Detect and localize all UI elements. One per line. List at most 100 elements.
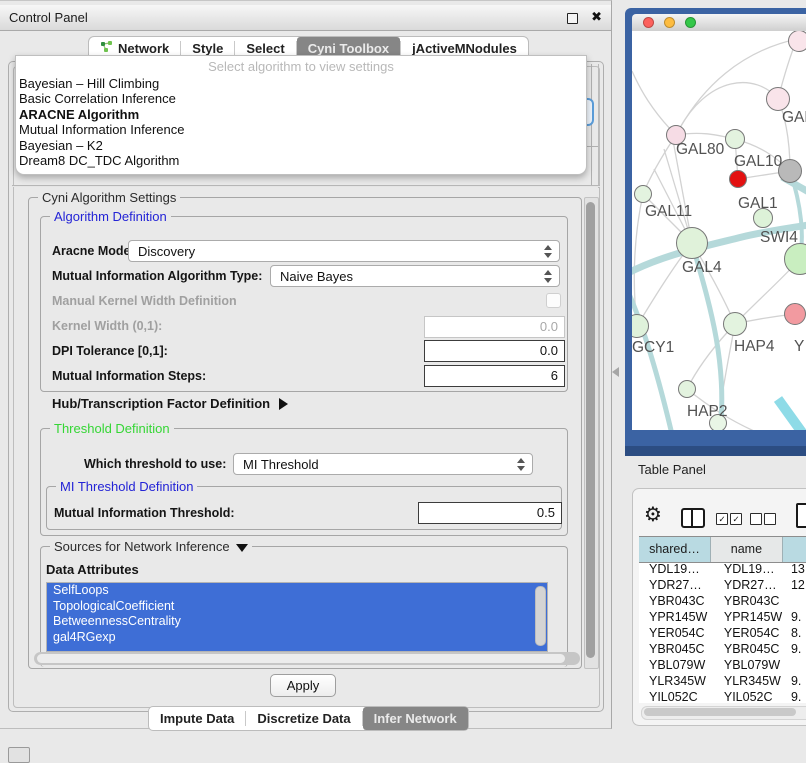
algorithm-option-dream8-dc-tdc-algorithm[interactable]: Dream8 DC_TDC Algorithm (16, 153, 586, 168)
control-panel-titlebar: Control Panel ✖ (0, 5, 611, 31)
algorithm-option-bayesian-k2[interactable]: Bayesian – K2 (16, 138, 586, 153)
close-icon[interactable]: ✖ (591, 9, 602, 25)
table-row[interactable]: YDL19…YDL19…13 (639, 561, 806, 577)
settings-group-title: Cyni Algorithm Settings (38, 190, 180, 205)
mi-type-select[interactable]: Naive Bayes (270, 265, 560, 287)
network-canvas[interactable]: GALGAL80GAL10GAL1GAL11SWI4GAL4GCY1HAP4YH… (632, 31, 806, 430)
table-cell: 9. (783, 689, 806, 703)
table-settings-gear-icon[interactable]: ⚙ (644, 504, 662, 526)
table-row[interactable]: YBR043CYBR043C (639, 593, 806, 609)
mi-threshold-field[interactable]: 0.5 (418, 502, 562, 524)
minimize-traffic-icon[interactable] (664, 17, 675, 28)
network-window-shadow (625, 446, 806, 456)
mi-steps-label: Mutual Information Steps: (52, 369, 206, 383)
table-row[interactable]: YBL079WYBL079W (639, 657, 806, 673)
network-node[interactable] (788, 31, 806, 52)
network-node-label-gal4: GAL4 (682, 259, 722, 277)
network-node[interactable] (634, 185, 652, 203)
desktop: { "colors": { "selection_blue": "#3e6ed6… (0, 0, 806, 762)
algorithm-definition-title: Algorithm Definition (50, 209, 171, 224)
sources-group-title[interactable]: Sources for Network Inference (50, 539, 252, 554)
unchecked-checkbox-icon[interactable] (750, 513, 762, 525)
algorithm-option-mutual-information-inference[interactable]: Mutual Information Inference (16, 122, 586, 137)
table-cell: YIL052C (639, 689, 711, 703)
column-header-shared[interactable]: shared… (639, 537, 711, 562)
algorithm-option-bayesian-hill-climbing[interactable]: Bayesian – Hill Climbing (16, 76, 586, 91)
mi-threshold-group-title: MI Threshold Definition (56, 479, 197, 494)
tab-impute-data[interactable]: Impute Data (149, 707, 245, 730)
table-row[interactable]: YDR27…YDR27…12 (639, 577, 806, 593)
aracne-mode-select[interactable]: Discovery (128, 240, 560, 262)
mi-steps-field[interactable]: 6 (424, 365, 565, 387)
network-window-titlebar[interactable] (632, 14, 806, 31)
network-node[interactable] (784, 303, 806, 325)
attributes-list-scrollbar[interactable] (535, 586, 546, 646)
tab-infer-network[interactable]: Infer Network (363, 707, 468, 730)
tab-discretize-data[interactable]: Discretize Data (246, 707, 361, 730)
network-node-label-gal: GAL (782, 109, 806, 127)
network-node-label-hap4: HAP4 (734, 338, 775, 356)
network-node[interactable] (766, 87, 790, 111)
table-row[interactable]: YLR345WYLR345W9. (639, 673, 806, 689)
tab-label: Impute Data (160, 707, 234, 731)
column-header-name[interactable]: name (711, 537, 783, 562)
splitter-collapse-icon[interactable] (612, 367, 619, 377)
table-header: shared…name (639, 536, 806, 563)
apply-button[interactable]: Apply (270, 674, 336, 697)
network-node-label-gal1: GAL1 (738, 195, 778, 213)
network-node[interactable] (678, 380, 696, 398)
float-panel-icon[interactable] (567, 13, 578, 24)
data-attribute-item-gal4rgexp[interactable]: gal4RGexp (47, 630, 547, 646)
data-attribute-item-topologicalcoefficient[interactable]: TopologicalCoefficient (47, 599, 547, 615)
unchecked-checkbox-icon[interactable] (764, 513, 776, 525)
network-node[interactable] (723, 312, 747, 336)
table-horizontal-scrollbar[interactable] (641, 706, 806, 720)
checked-checkbox-icon[interactable] (716, 513, 728, 525)
data-attributes-label: Data Attributes (46, 562, 139, 577)
algorithm-option-basic-correlation-inference[interactable]: Basic Correlation Inference (16, 91, 586, 106)
network-node-label-gcy1: GCY1 (632, 339, 674, 357)
scrollbar-thumb[interactable] (37, 654, 565, 663)
file-icon[interactable] (796, 503, 806, 528)
dpi-tolerance-field[interactable]: 0.0 (424, 340, 565, 362)
kernel-width-field[interactable]: 0.0 (424, 316, 565, 338)
zoom-traffic-icon[interactable] (685, 17, 696, 28)
table-cell: YBR043C (711, 593, 783, 609)
which-threshold-label: Which threshold to use: (84, 457, 226, 471)
settings-horizontal-scrollbar[interactable] (34, 652, 580, 665)
mi-type-label: Mutual Information Algorithm Type: (52, 269, 262, 283)
checked-checkbox-icon[interactable] (730, 513, 742, 525)
table-cell: YBR045C (711, 641, 783, 657)
data-attribute-item-selfloops[interactable]: SelfLoops (47, 583, 547, 599)
table-row[interactable]: YBR045CYBR045C9. (639, 641, 806, 657)
scrollbar-thumb[interactable] (644, 708, 796, 716)
minimized-panel-icon[interactable] (8, 747, 30, 763)
bottom-tabbar: Impute Data Discretize Data Infer Network (148, 706, 469, 731)
table-cell: YLR345W (639, 673, 711, 689)
close-traffic-icon[interactable] (643, 17, 654, 28)
settings-vertical-scrollbar[interactable] (584, 197, 599, 669)
which-threshold-select[interactable]: MI Threshold (233, 453, 533, 475)
panel-fragment (598, 64, 599, 188)
manual-kernel-width-checkbox[interactable] (546, 293, 561, 308)
hub-definition-expander[interactable]: Hub/Transcription Factor Definition (52, 396, 288, 411)
network-node[interactable] (676, 227, 708, 259)
algorithm-option-aracne-algorithm[interactable]: ARACNE Algorithm (16, 107, 586, 122)
table-row[interactable]: YPR145WYPR145W9. (639, 609, 806, 625)
tab-label: Infer Network (374, 707, 457, 731)
network-node[interactable] (725, 129, 745, 149)
data-attribute-item-betweennesscentrality[interactable]: BetweennessCentrality (47, 614, 547, 630)
table-cell (783, 657, 806, 673)
spinner-icon (517, 458, 526, 471)
table-cell: YLR345W (711, 673, 783, 689)
data-attributes-list[interactable]: SelfLoopsTopologicalCoefficientBetweenne… (46, 582, 548, 652)
table-cell: YDL19… (639, 561, 711, 577)
table-row[interactable]: YER054CYER054C8. (639, 625, 806, 641)
table-cell: YBR043C (639, 593, 711, 609)
column-header-extra[interactable] (783, 537, 806, 562)
split-columns-icon[interactable] (681, 508, 705, 528)
control-panel-title: Control Panel (9, 10, 88, 25)
table-row[interactable]: YIL052CYIL052C9. (639, 689, 806, 703)
scrollbar-thumb[interactable] (586, 202, 595, 658)
network-node[interactable] (729, 170, 747, 188)
